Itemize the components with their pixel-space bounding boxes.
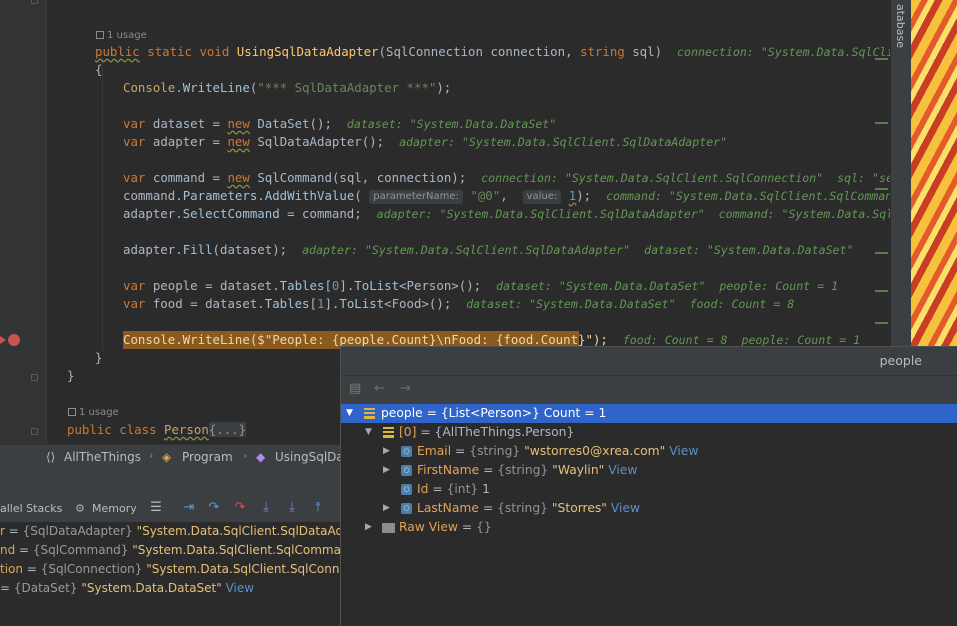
tree-row[interactable]: ▼ people = {List<Person>} Count = 1 <box>341 404 957 423</box>
chevron-right-icon: › <box>149 449 154 462</box>
back-arrow-icon[interactable]: ← <box>374 381 385 396</box>
list-icon <box>383 427 394 438</box>
variable-row[interactable]: r = {SqlDataAdapter} "System.Data.SqlCli… <box>0 522 340 541</box>
desktop-wallpaper <box>911 0 957 346</box>
editor-gutter[interactable] <box>0 0 46 444</box>
step-into-icon[interactable]: ⤓ <box>258 500 274 516</box>
scroll-marker[interactable] <box>875 122 888 124</box>
scroll-marker[interactable] <box>875 58 888 60</box>
fold-marker[interactable] <box>31 374 38 381</box>
code-line-adapter[interactable]: var adapter = new SqlDataAdapter(); adap… <box>123 133 727 151</box>
class-icon: ◈ <box>162 450 172 464</box>
right-tool-strip[interactable] <box>890 0 912 346</box>
breadcrumb-item[interactable]: UsingSqlDa <box>275 449 340 465</box>
breadcrumb-item[interactable]: Program <box>182 449 233 465</box>
popup-toolbar: ▤ ← → <box>341 376 957 404</box>
variables-panel[interactable]: r = {SqlDataAdapter} "System.Data.SqlCli… <box>0 522 340 625</box>
chevron-right-icon: › <box>243 449 248 462</box>
expanded-arrow-icon[interactable]: ▼ <box>365 423 372 442</box>
field-icon: ○ <box>401 465 412 476</box>
usage-hint[interactable]: 1 usage <box>96 29 147 43</box>
breadcrumb-namespace-icon: ⟨⟩ <box>46 450 56 464</box>
database-tool-tab[interactable]: atabase <box>893 4 907 48</box>
code-line-brace[interactable]: { <box>95 61 102 79</box>
menu-icon[interactable]: ☰ <box>148 500 164 516</box>
step-into-my-code-icon[interactable]: ↷ <box>232 500 248 516</box>
popup-title: people <box>879 353 922 368</box>
scroll-marker[interactable] <box>875 252 888 254</box>
method-icon: ◆ <box>256 450 266 464</box>
expanded-arrow-icon[interactable]: ▼ <box>346 404 353 423</box>
breadcrumb: ⟨⟩ AllTheThings › ◈ Program › ◆ UsingSql… <box>0 444 340 469</box>
step-out-icon[interactable]: ⤒ <box>310 500 326 516</box>
variable-tree[interactable]: ▼ people = {List<Person>} Count = 1 ▼ [0… <box>341 404 957 626</box>
forward-arrow-icon[interactable]: → <box>400 381 411 396</box>
code-line-selectcommand[interactable]: adapter.SelectCommand = command; adapter… <box>123 205 890 223</box>
fold-marker[interactable] <box>31 428 38 435</box>
code-line-parameters[interactable]: command.Parameters.AddWithValue( paramet… <box>123 187 890 205</box>
collapsed-arrow-icon[interactable]: ▶ <box>383 461 390 480</box>
view-link[interactable]: View <box>608 463 637 477</box>
show-execution-point-icon[interactable]: ⇥ <box>181 500 197 516</box>
code-line-people[interactable]: var people = dataset.Tables[0].ToList<Pe… <box>123 277 838 295</box>
collapsed-arrow-icon[interactable]: ▶ <box>383 499 390 518</box>
indent-guide <box>102 60 103 350</box>
tab-parallel-stacks[interactable]: allel Stacks <box>0 502 62 516</box>
field-icon: ○ <box>401 446 412 457</box>
execution-arrow-icon <box>0 336 6 344</box>
collapsed-arrow-icon[interactable]: ▶ <box>365 518 372 537</box>
tree-row[interactable]: ○ Id = {int} 1 <box>341 480 957 499</box>
popup-header <box>341 347 957 376</box>
scroll-marker[interactable] <box>875 188 888 190</box>
code-line-brace-close[interactable]: } <box>95 349 102 367</box>
collapsed-arrow-icon[interactable]: ▶ <box>383 442 390 461</box>
debug-toolbar: allel Stacks ⚙ Memory ☰ ⇥ ↷ ↷ ⤓ ⤓ ⤒ <box>0 496 340 523</box>
breadcrumb-item[interactable]: AllTheThings <box>64 449 141 465</box>
code-line-food[interactable]: var food = dataset.Tables[1].ToList<Food… <box>123 295 794 313</box>
tab-memory[interactable]: Memory <box>92 502 137 516</box>
code-line-command[interactable]: var command = new SqlCommand(sql, connec… <box>123 169 890 187</box>
code-line-brace-close-outer[interactable]: } <box>67 367 74 385</box>
step-over-icon[interactable]: ↷ <box>206 500 222 516</box>
quick-evaluation-popup[interactable]: people ▤ ← → ▼ people = {List<Person>} C… <box>340 346 957 626</box>
tree-row[interactable]: ▶ Raw View = {} <box>341 518 957 537</box>
fold-marker[interactable] <box>31 0 38 4</box>
breakpoint-icon[interactable] <box>8 334 20 346</box>
folder-icon <box>382 523 395 533</box>
field-icon: ○ <box>401 503 412 514</box>
folder-icon[interactable]: ▤ <box>349 381 361 396</box>
tree-row[interactable]: ▶ ○ LastName = {string} "Storres" View <box>341 499 957 518</box>
debug-panel-header <box>0 468 340 496</box>
usage-hint[interactable]: 1 usage <box>68 406 119 420</box>
tree-row[interactable]: ▶ ○ FirstName = {string} "Waylin" View <box>341 461 957 480</box>
code-line-console[interactable]: Console.WriteLine("*** SqlDataAdapter **… <box>123 79 451 97</box>
code-line-signature[interactable]: public static void UsingSqlDataAdapter(S… <box>95 43 890 61</box>
tree-row[interactable]: ▼ [0] = {AllTheThings.Person} <box>341 423 957 442</box>
scroll-marker[interactable] <box>875 322 888 324</box>
view-link[interactable]: View <box>611 501 640 515</box>
variable-row[interactable]: tion = {SqlConnection} "System.Data.SqlC… <box>0 560 339 579</box>
gutter-divider <box>46 0 47 444</box>
variable-row[interactable]: = {DataSet} "System.Data.DataSet" View <box>0 579 254 598</box>
memory-icon: ⚙ <box>75 502 85 515</box>
list-icon <box>364 408 375 419</box>
variable-row[interactable]: nd = {SqlCommand} "System.Data.SqlClient… <box>0 541 340 560</box>
view-link[interactable]: View <box>226 581 254 595</box>
scroll-marker[interactable] <box>875 290 888 292</box>
step-into-force-icon[interactable]: ⤓ <box>284 500 300 516</box>
tree-row[interactable]: ▶ ○ Email = {string} "wstorres0@xrea.com… <box>341 442 957 461</box>
view-link[interactable]: View <box>669 444 698 458</box>
field-icon: ○ <box>401 484 412 495</box>
code-line-fill[interactable]: adapter.Fill(dataset); adapter: "System.… <box>123 241 854 259</box>
code-line-class[interactable]: public class Person{...} <box>67 421 247 439</box>
code-line-dataset[interactable]: var dataset = new DataSet(); dataset: "S… <box>123 115 556 133</box>
